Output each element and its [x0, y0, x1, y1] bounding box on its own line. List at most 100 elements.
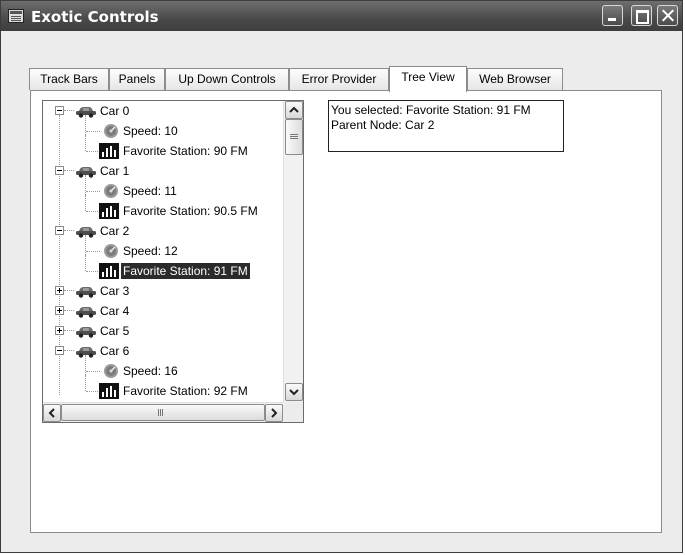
close-button[interactable] [657, 5, 678, 26]
tree-view-tab-panel: Car 0 Speed: 10 Favorite Station: 90 FM Car… [30, 90, 662, 533]
tree-node-speed[interactable]: Speed: 16 [43, 355, 283, 381]
chevron-left-icon [48, 408, 55, 418]
tab-track-bars[interactable]: Track Bars [29, 68, 109, 90]
tree-node-station[interactable]: Favorite Station: 91 FM [43, 255, 283, 281]
tab-up-down-controls[interactable]: Up Down Controls [165, 68, 289, 90]
title-bar[interactable]: Exotic Controls [1, 1, 682, 31]
tree-connector [85, 195, 86, 211]
tab-web-browser[interactable]: Web Browser [467, 68, 563, 90]
car-icon [75, 104, 97, 118]
tree-rows: Car 0 Speed: 10 Favorite Station: 90 FM Car… [43, 101, 283, 401]
scroll-down-button[interactable] [285, 383, 303, 401]
car-icon [75, 164, 97, 178]
tree-connector [64, 290, 74, 291]
tab-error-provider[interactable]: Error Provider [289, 68, 389, 90]
tree-connector [64, 310, 74, 311]
tree-node-speed[interactable]: Speed: 11 [43, 175, 283, 201]
radio-signal-icon [99, 143, 119, 159]
expand-toggle[interactable] [55, 286, 64, 295]
radio-signal-icon [99, 203, 119, 219]
car-icon [75, 324, 97, 338]
app-icon[interactable] [8, 9, 24, 23]
tree-node-label[interactable]: Speed: 12 [121, 243, 180, 259]
speedometer-icon [103, 123, 119, 139]
collapse-toggle[interactable] [55, 346, 64, 355]
selection-info-panel: You selected: Favorite Station: 91 FM Pa… [328, 100, 564, 152]
tree-connector [86, 151, 100, 152]
expand-toggle[interactable] [55, 326, 64, 335]
tree-node-speed[interactable]: Speed: 12 [43, 235, 283, 261]
tree-node-car[interactable]: Car 5 [43, 321, 283, 341]
tree-node-label[interactable]: Favorite Station: 90.5 FM [121, 203, 260, 219]
tree-connector [85, 255, 86, 271]
tree-connector [86, 191, 100, 192]
car-icon [75, 224, 97, 238]
tree-node-car[interactable]: Car 1 [43, 161, 283, 181]
tree-connector [64, 330, 74, 331]
expand-toggle[interactable] [55, 306, 64, 315]
tree-node-label-selected[interactable]: Favorite Station: 91 FM [121, 263, 250, 279]
minimize-button[interactable] [602, 5, 623, 26]
tree-node-label[interactable]: Favorite Station: 90 FM [121, 143, 250, 159]
radio-signal-icon [99, 263, 119, 279]
tree-node-label[interactable]: Favorite Station: 92 FM [121, 383, 250, 399]
tree-connector [86, 371, 100, 372]
collapse-toggle[interactable] [55, 226, 64, 235]
tree-node-car[interactable]: Car 4 [43, 301, 283, 321]
tree-connector [64, 110, 74, 111]
tree-node-car[interactable]: Car 0 [43, 101, 283, 121]
tree-connector [64, 170, 74, 171]
vertical-scroll-thumb[interactable] [285, 119, 303, 155]
scroll-left-button[interactable] [43, 404, 61, 422]
tree-node-label[interactable]: Speed: 16 [121, 363, 180, 379]
speedometer-icon [103, 243, 119, 259]
chevron-right-icon [271, 408, 278, 418]
scroll-right-button[interactable] [265, 404, 283, 422]
horizontal-scroll-thumb[interactable] [61, 404, 265, 421]
window-title: Exotic Controls [31, 8, 159, 26]
radio-signal-icon [99, 383, 119, 399]
tree-node-car[interactable]: Car 3 [43, 281, 283, 301]
tree-node-label[interactable]: Car 2 [98, 223, 131, 239]
tree-node-car[interactable]: Car 6 [43, 341, 283, 361]
collapse-toggle[interactable] [55, 166, 64, 175]
tree-node-label[interactable]: Speed: 11 [121, 183, 179, 199]
tree-vertical-scrollbar[interactable] [283, 101, 303, 402]
tree-connector [85, 135, 86, 151]
tree-connector [86, 211, 100, 212]
scrollbar-corner [283, 402, 303, 422]
scroll-up-button[interactable] [285, 101, 303, 119]
collapse-toggle[interactable] [55, 106, 64, 115]
tree-node-label[interactable]: Car 0 [98, 103, 131, 119]
tree-horizontal-scrollbar[interactable] [43, 402, 283, 422]
tree-node-label[interactable]: Car 3 [98, 283, 131, 299]
speedometer-icon [103, 363, 119, 379]
car-icon [75, 304, 97, 318]
selected-node-text: You selected: Favorite Station: 91 FM [331, 103, 531, 117]
car-icon [75, 344, 97, 358]
tree-node-station[interactable]: Favorite Station: 92 FM [43, 375, 283, 401]
tree-connector [86, 391, 100, 392]
tab-tree-view[interactable]: Tree View [389, 66, 467, 92]
cars-tree-view[interactable]: Car 0 Speed: 10 Favorite Station: 90 FM Car… [42, 100, 304, 423]
tree-node-station[interactable]: Favorite Station: 90.5 FM [43, 195, 283, 221]
parent-node-text: Parent Node: Car 2 [331, 118, 435, 132]
maximize-button[interactable] [631, 5, 652, 26]
app-window: Exotic Controls Track Bars Panels Up Dow… [0, 0, 683, 553]
tree-node-car[interactable]: Car 2 [43, 221, 283, 241]
tree-connector [86, 131, 100, 132]
chevron-down-icon [289, 389, 299, 396]
speedometer-icon [103, 183, 119, 199]
tree-node-label[interactable]: Car 6 [98, 343, 131, 359]
tree-node-label[interactable]: Car 5 [98, 323, 131, 339]
tree-node-label[interactable]: Speed: 10 [121, 123, 180, 139]
tree-node-label[interactable]: Car 4 [98, 303, 131, 319]
tree-connector [85, 375, 86, 391]
chevron-up-icon [289, 106, 299, 113]
tree-connector [86, 271, 100, 272]
tree-node-label[interactable]: Car 1 [98, 163, 131, 179]
tree-node-station[interactable]: Favorite Station: 90 FM [43, 135, 283, 161]
tree-node-speed[interactable]: Speed: 10 [43, 115, 283, 141]
tree-connector [64, 350, 74, 351]
tab-panels[interactable]: Panels [109, 68, 165, 90]
